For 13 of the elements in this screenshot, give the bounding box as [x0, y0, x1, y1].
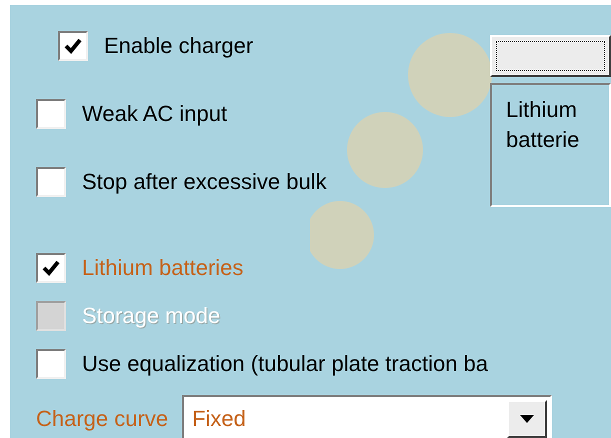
caret-icon [520, 415, 534, 423]
checkbox[interactable] [36, 253, 66, 283]
checkbox[interactable] [36, 349, 66, 379]
info-text: batterie [506, 126, 580, 154]
checkbox[interactable] [58, 31, 88, 61]
check-icon [64, 38, 82, 54]
info-text: Lithium [506, 96, 578, 124]
charge-curve-dropdown[interactable]: Fixed [182, 395, 552, 438]
dropdown-arrow-button[interactable] [507, 400, 548, 438]
check-icon [42, 260, 60, 276]
blank-button[interactable] [490, 35, 611, 77]
checkbox[interactable] [36, 99, 66, 129]
checkbox[interactable] [36, 167, 66, 197]
